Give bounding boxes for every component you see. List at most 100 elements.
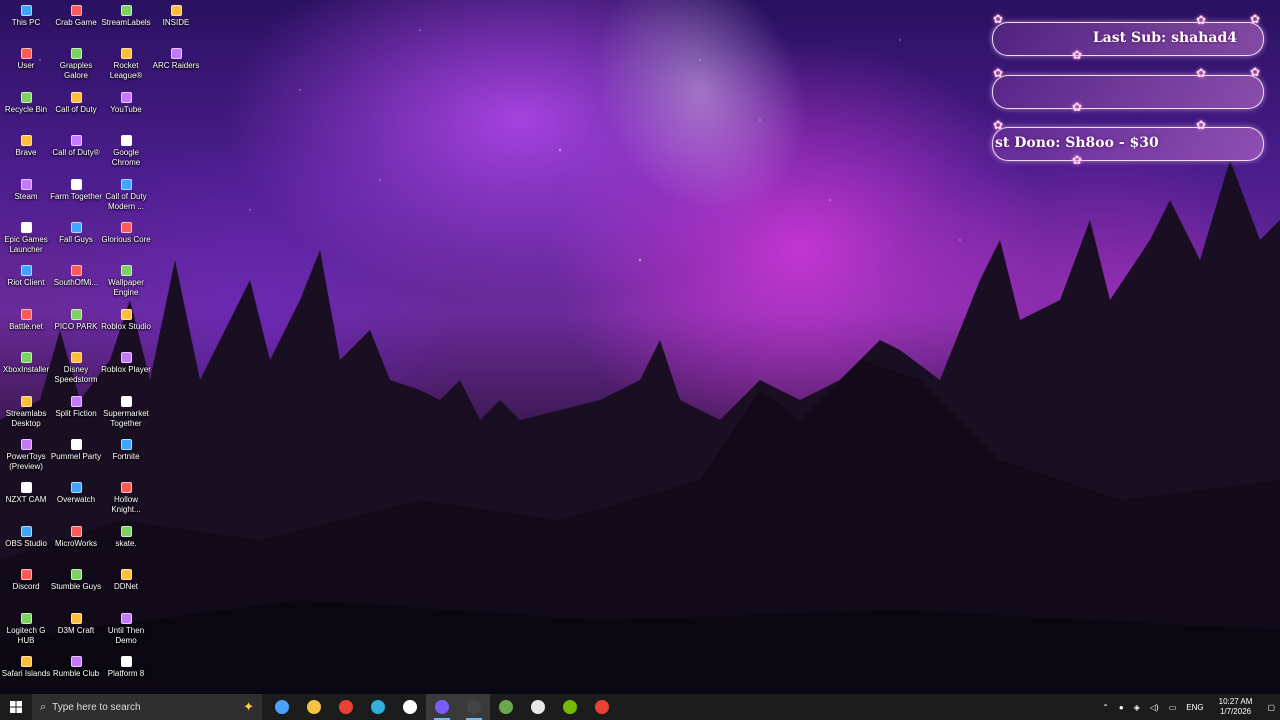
desktop-icon[interactable]: Google Chrome bbox=[100, 135, 152, 168]
desktop-icon[interactable]: Streamlabs Desktop bbox=[0, 395, 52, 429]
desktop-icon-label: OBS Studio bbox=[5, 538, 47, 548]
taskbar-app[interactable] bbox=[298, 694, 330, 720]
desktop-icon[interactable]: Call of Duty® bbox=[50, 135, 102, 158]
desktop-icon[interactable]: PowerToys (Preview) bbox=[0, 439, 52, 472]
network-icon[interactable]: ◈ bbox=[1134, 703, 1140, 712]
desktop-icon[interactable]: User bbox=[0, 48, 52, 71]
desktop-icon[interactable]: MicroWorks bbox=[50, 525, 102, 549]
taskbar-app[interactable] bbox=[586, 694, 618, 720]
desktop-icon[interactable]: Rumble Club bbox=[50, 656, 102, 679]
desktop-icon-label: Disney Speedstorm bbox=[54, 365, 98, 385]
desktop-icon-label: PICO PARK bbox=[54, 321, 98, 331]
desktop-icon[interactable]: ARC Raiders bbox=[150, 48, 202, 71]
storage-icon[interactable]: ▭ bbox=[1169, 703, 1177, 712]
desktop-icon[interactable]: Brave bbox=[0, 135, 52, 158]
desktop-icon[interactable]: Logitech G HUB bbox=[0, 612, 52, 646]
app-icon bbox=[20, 91, 32, 103]
desktop-icon[interactable]: Call of Duty bbox=[50, 91, 102, 115]
microphone-icon[interactable]: ● bbox=[1119, 703, 1124, 712]
box-icon bbox=[531, 700, 545, 714]
desktop-icon[interactable]: Fall Guys bbox=[50, 222, 102, 245]
desktop-icon[interactable]: Grapples Galore bbox=[50, 48, 102, 81]
desktop-icon-label: Rumble Club bbox=[52, 669, 100, 678]
app-icon bbox=[20, 569, 32, 581]
desktop-icon-label: Riot Client bbox=[7, 278, 45, 288]
search-input[interactable]: ⌕ Type here to search ✦ bbox=[32, 694, 262, 720]
desktop-icon[interactable]: Platform 8 bbox=[100, 656, 152, 679]
desktop-icon[interactable]: Roblox Studio bbox=[100, 308, 152, 332]
desktop-icon[interactable]: StreamLabels bbox=[100, 5, 152, 28]
desktop-icon[interactable]: Disney Speedstorm bbox=[50, 352, 102, 385]
desktop-icon[interactable]: Pummel Party bbox=[50, 439, 102, 462]
desktop-icon[interactable]: Roblox Player bbox=[100, 352, 152, 375]
app-icon bbox=[120, 352, 132, 364]
desktop-icon[interactable]: XboxInstaller bbox=[0, 352, 52, 375]
desktop-icon[interactable]: Hollow Knight... bbox=[100, 482, 152, 515]
desktop-icon[interactable]: skate. bbox=[100, 525, 152, 549]
taskbar-app[interactable] bbox=[554, 694, 586, 720]
desktop-icon[interactable]: Epic Games Launcher bbox=[0, 222, 52, 255]
desktop-icon[interactable]: Split Fiction bbox=[50, 395, 102, 419]
desktop-icon[interactable]: Discord bbox=[0, 569, 52, 592]
desktop-icon[interactable]: Safari Islands bbox=[0, 656, 52, 679]
app-icon bbox=[20, 48, 32, 60]
taskbar-app[interactable] bbox=[490, 694, 522, 720]
desktop-icon-label: Wallpaper Engine bbox=[108, 278, 144, 298]
desktop-icon[interactable]: DDNet bbox=[100, 569, 152, 592]
desktop-icon-label: Split Fiction bbox=[55, 408, 97, 418]
taskbar-app[interactable] bbox=[394, 694, 426, 720]
chevron-up-icon[interactable]: ⌃ bbox=[1102, 703, 1109, 712]
taskbar-app[interactable] bbox=[362, 694, 394, 720]
desktop-icon[interactable]: Fortnite bbox=[100, 439, 152, 462]
desktop-icon[interactable]: Riot Client bbox=[0, 265, 52, 288]
desktop-icon[interactable]: PICO PARK bbox=[50, 308, 102, 332]
volume-icon[interactable]: ◁) bbox=[1150, 703, 1159, 712]
desktop-icon[interactable]: Rocket League® bbox=[100, 48, 152, 81]
taskbar-app[interactable] bbox=[426, 694, 458, 720]
desktop-icon[interactable]: Farm Together bbox=[50, 178, 102, 202]
flower-icon: ✿ bbox=[1072, 100, 1083, 114]
language-indicator[interactable]: ENG bbox=[1186, 703, 1203, 712]
desktop-icon[interactable]: This PC bbox=[0, 5, 52, 28]
app-icon bbox=[20, 656, 32, 667]
taskbar-app[interactable] bbox=[458, 694, 490, 720]
app-icon bbox=[20, 525, 32, 537]
desktop-icon-label: Battle.net bbox=[9, 321, 43, 331]
desktop-icon[interactable]: Overwatch bbox=[50, 482, 102, 505]
flower-icon: ✿ bbox=[1196, 66, 1207, 80]
clock[interactable]: 10:27 AM 1/7/2026 bbox=[1219, 697, 1253, 717]
app-icon bbox=[120, 525, 132, 537]
start-button[interactable] bbox=[0, 694, 32, 720]
desktop-icon[interactable]: Until Then Demo bbox=[100, 612, 152, 646]
desktop-icon[interactable]: OBS Studio bbox=[0, 525, 52, 549]
desktop-icon-label: Fall Guys bbox=[59, 235, 93, 244]
desktop-icon-label: Roblox Player bbox=[101, 365, 151, 375]
desktop-icon-label: DDNet bbox=[113, 582, 138, 592]
desktop-icon[interactable]: YouTube bbox=[100, 91, 152, 115]
desktop-icon[interactable]: Stumble Guys bbox=[50, 569, 102, 592]
desktop-icon[interactable]: INSIDE bbox=[150, 5, 202, 28]
flower-icon: ✿ bbox=[1072, 153, 1083, 167]
desktop-icon[interactable]: D3M Craft bbox=[50, 612, 102, 636]
app-icon bbox=[120, 135, 132, 147]
taskbar-app[interactable] bbox=[522, 694, 554, 720]
desktop-icon-label: Glorious Core bbox=[101, 235, 151, 244]
taskbar-app[interactable] bbox=[330, 694, 362, 720]
desktop-icon[interactable]: Battle.net bbox=[0, 308, 52, 332]
desktop-icon[interactable]: SouthOfMi... bbox=[50, 265, 102, 288]
desktop-icon[interactable]: Glorious Core bbox=[100, 222, 152, 245]
desktop-icon[interactable]: Supermarket Together bbox=[100, 395, 152, 429]
desktop-icon[interactable]: Call of Duty Modern ... bbox=[100, 178, 152, 212]
app-icon bbox=[120, 308, 132, 320]
desktop-icon[interactable]: Steam bbox=[0, 178, 52, 202]
desktop-icon[interactable]: Crab Game bbox=[50, 5, 102, 28]
flower-icon: ✿ bbox=[993, 12, 1004, 26]
desktop-icon[interactable]: Recycle Bin bbox=[0, 91, 52, 115]
desktop-icon[interactable]: NZXT CAM bbox=[0, 482, 52, 505]
overlay-last-dono-box: st Dono: Sh8oo - $30 bbox=[992, 127, 1264, 161]
flower-icon: ✿ bbox=[1196, 13, 1207, 27]
notification-icon[interactable]: ▢ bbox=[1267, 703, 1275, 712]
overlay-last-dono-text: st Dono: Sh8oo - $30 bbox=[995, 135, 1159, 151]
taskbar-app[interactable] bbox=[266, 694, 298, 720]
desktop-icon[interactable]: Wallpaper Engine bbox=[100, 265, 152, 298]
